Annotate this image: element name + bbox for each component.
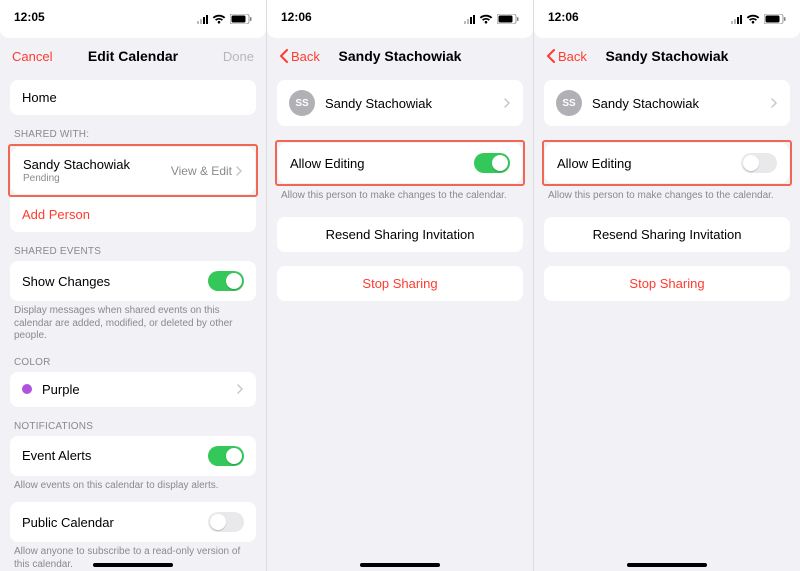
stop-sharing-label: Stop Sharing [289,276,511,291]
cancel-button[interactable]: Cancel [12,49,64,64]
add-person-button[interactable]: Add Person [10,197,256,232]
allow-editing-toggle[interactable] [474,153,510,173]
status-bar: 12:05 [0,0,266,28]
chevron-left-icon [546,49,556,63]
person-row[interactable]: SS Sandy Stachowiak [544,80,790,126]
chevron-right-icon [236,166,243,176]
calendar-name-field[interactable]: Home [10,80,256,115]
notifications-header: NOTIFICATIONS [10,421,256,436]
home-indicator[interactable] [93,563,173,567]
screen-person-allow-on: 12:06 Back Sandy Stachowiak SS S [267,0,533,571]
shared-person-permission: View & Edit [171,164,243,178]
home-indicator[interactable] [360,563,440,567]
avatar: SS [289,90,315,116]
shared-person-name: Sandy Stachowiak [23,157,130,172]
avatar: SS [556,90,582,116]
back-label: Back [291,49,320,64]
event-alerts-toggle[interactable] [208,446,244,466]
add-person-label: Add Person [22,207,90,222]
nav-title: Edit Calendar [64,48,202,64]
notch-area [0,28,266,38]
event-alerts-row[interactable]: Event Alerts [10,436,256,476]
nav-bar: Back Sandy Stachowiak [534,42,800,72]
status-time: 12:05 [14,10,45,24]
resend-invitation-label: Resend Sharing Invitation [289,227,511,242]
back-button[interactable]: Back [279,49,331,64]
highlight-shared-person: Sandy Stachowiak Pending View & Edit [8,144,258,197]
status-right [731,14,786,24]
resend-invitation-button[interactable]: Resend Sharing Invitation [544,217,790,252]
chevron-right-icon [237,384,244,394]
cellular-icon [731,14,742,24]
wifi-icon [212,14,226,24]
home-indicator[interactable] [627,563,707,567]
allow-editing-label: Allow Editing [290,156,364,171]
done-button[interactable]: Done [202,49,254,64]
nav-bar: Cancel Edit Calendar Done [0,42,266,72]
status-bar: 12:06 [267,0,533,28]
show-changes-label: Show Changes [22,274,110,289]
nav-title: Sandy Stachowiak [598,48,736,64]
allow-editing-label: Allow Editing [557,156,631,171]
color-value: Purple [42,382,80,397]
allow-editing-footer: Allow this person to make changes to the… [277,186,523,203]
battery-icon [230,14,252,24]
status-time: 12:06 [548,10,579,24]
wifi-icon [746,14,760,24]
screen-person-allow-off: 12:06 Back Sandy Stachowiak SS S [534,0,800,571]
person-row[interactable]: SS Sandy Stachowiak [277,80,523,126]
show-changes-toggle[interactable] [208,271,244,291]
chevron-left-icon [279,49,289,63]
event-alerts-footer: Allow events on this calendar to display… [10,476,256,493]
highlight-allow-editing: Allow Editing [275,140,525,186]
show-changes-row[interactable]: Show Changes [10,261,256,301]
cellular-icon [197,14,208,24]
status-bar: 12:06 [534,0,800,28]
allow-editing-footer: Allow this person to make changes to the… [544,186,790,203]
notch-area [534,28,800,38]
shared-person-status: Pending [23,173,130,184]
event-alerts-label: Event Alerts [22,448,91,463]
public-calendar-label: Public Calendar [22,515,114,530]
public-calendar-toggle[interactable] [208,512,244,532]
chevron-right-icon [504,98,511,108]
battery-icon [764,14,786,24]
shared-person-row[interactable]: Sandy Stachowiak Pending View & Edit [11,147,255,194]
shared-events-header: SHARED EVENTS [10,246,256,261]
stop-sharing-label: Stop Sharing [556,276,778,291]
public-calendar-row[interactable]: Public Calendar [10,502,256,542]
person-name: Sandy Stachowiak [325,96,432,111]
status-right [197,14,252,24]
content-area: Home SHARED WITH: Sandy Stachowiak Pendi… [0,72,266,571]
stop-sharing-button[interactable]: Stop Sharing [277,266,523,301]
chevron-right-icon [771,98,778,108]
nav-bar: Back Sandy Stachowiak [267,42,533,72]
cellular-icon [464,14,475,24]
stop-sharing-button[interactable]: Stop Sharing [544,266,790,301]
back-label: Back [558,49,587,64]
content-area: SS Sandy Stachowiak Allow Editing Allow … [267,72,533,301]
shared-with-header: SHARED WITH: [10,129,256,144]
status-time: 12:06 [281,10,312,24]
color-dot-icon [22,384,32,394]
notch-area [267,28,533,38]
calendar-name-value: Home [22,90,57,105]
highlight-allow-editing: Allow Editing [542,140,792,186]
screen-edit-calendar: 12:05 Cancel Edit Calendar Done Home [0,0,266,571]
color-row[interactable]: Purple [10,372,256,407]
allow-editing-toggle[interactable] [741,153,777,173]
show-changes-footer: Display messages when shared events on t… [10,301,256,343]
resend-invitation-button[interactable]: Resend Sharing Invitation [277,217,523,252]
back-button[interactable]: Back [546,49,598,64]
color-header: COLOR [10,357,256,372]
content-area: SS Sandy Stachowiak Allow Editing Allow … [534,72,800,301]
resend-invitation-label: Resend Sharing Invitation [556,227,778,242]
wifi-icon [479,14,493,24]
status-right [464,14,519,24]
battery-icon [497,14,519,24]
person-name: Sandy Stachowiak [592,96,699,111]
nav-title: Sandy Stachowiak [331,48,469,64]
allow-editing-row[interactable]: Allow Editing [278,143,522,183]
allow-editing-row[interactable]: Allow Editing [545,143,789,183]
